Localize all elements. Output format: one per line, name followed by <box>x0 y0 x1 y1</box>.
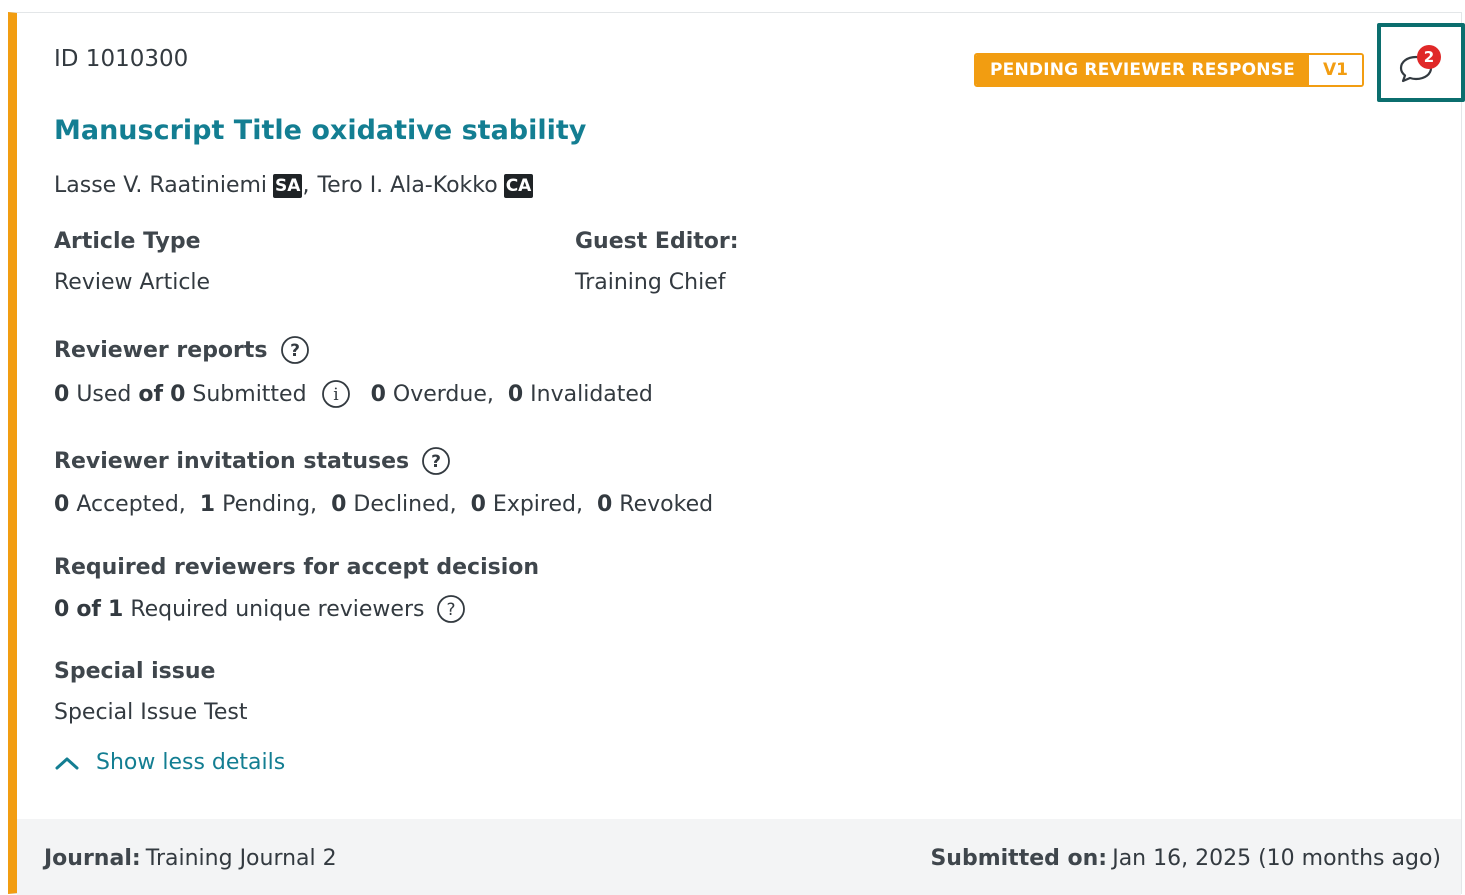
required-reviewers-label: Required reviewers for accept decision <box>54 555 540 580</box>
info-icon[interactable]: i <box>321 379 351 409</box>
reports-submitted-count: 0 <box>170 381 186 407</box>
reviewer-reports-summary: 0 Used of 0 Submitted i 0 Overdue, 0 Inv… <box>54 379 653 409</box>
pending-text: Pending, <box>222 492 318 517</box>
show-less-details-link[interactable]: Show less details <box>54 750 285 775</box>
submitted-label: Submitted on: <box>930 846 1108 871</box>
accepted-count: 0 <box>54 492 70 517</box>
journal-value: Training Journal 2 <box>145 846 337 871</box>
author-name: Lasse V. Raatiniemi <box>54 173 268 198</box>
author-list: Lasse V. Raatiniemi SA, Tero I. Ala-Kokk… <box>54 173 534 198</box>
reviewer-reports-label: Reviewer reports <box>54 337 268 363</box>
accepted-text: Accepted, <box>76 492 186 517</box>
status-label: PENDING REVIEWER RESPONSE <box>976 55 1309 85</box>
author-name: Tero I. Ala-Kokko <box>317 173 498 198</box>
help-icon[interactable]: ? <box>280 335 310 365</box>
chevron-up-icon <box>55 757 79 769</box>
author-role-tag: SA <box>273 173 303 198</box>
journal-label: Journal: <box>44 846 141 871</box>
article-type-label: Article Type <box>54 229 201 254</box>
invitation-statuses-label: Reviewer invitation statuses <box>54 448 410 474</box>
reports-invalidated-text: Invalidated <box>530 381 653 407</box>
reports-of-text: of <box>138 381 164 407</box>
pending-count: 1 <box>199 492 216 517</box>
comment-count-badge: 2 <box>1417 45 1441 69</box>
special-issue-value: Special Issue Test <box>54 700 248 725</box>
required-of-text: of <box>76 596 101 622</box>
required-total: 1 <box>108 596 124 622</box>
reports-used-text: Used <box>76 381 132 407</box>
manuscript-card: ID 1010300 PENDING REVIEWER RESPONSE V1 … <box>8 12 1465 895</box>
svg-text:?: ? <box>290 341 300 361</box>
guest-editor-label: Guest Editor: <box>575 229 739 254</box>
invitation-statuses-heading: Reviewer invitation statuses ? <box>54 446 451 476</box>
reports-overdue-count: 0 <box>370 381 386 407</box>
declined-count: 0 <box>331 492 347 517</box>
svg-text:?: ? <box>447 600 456 620</box>
reviewer-reports-heading: Reviewer reports ? <box>54 335 310 365</box>
svg-text:i: i <box>333 385 339 405</box>
status-badge: PENDING REVIEWER RESPONSE V1 <box>974 53 1364 87</box>
revoked-text: Revoked <box>619 492 714 517</box>
revoked-count: 0 <box>596 492 613 517</box>
guest-editor-value: Training Chief <box>575 270 726 295</box>
svg-text:?: ? <box>431 452 441 472</box>
card-footer: Journal: Training Journal 2 Submitted on… <box>17 819 1461 895</box>
version-label: V1 <box>1308 55 1362 85</box>
manuscript-title[interactable]: Manuscript Title oxidative stability <box>54 115 586 146</box>
manuscript-id: ID 1010300 <box>54 46 189 72</box>
submitted-info: Submitted on: Jan 16, 2025 (10 months ag… <box>930 846 1441 871</box>
comments-button[interactable]: 2 <box>1377 23 1465 102</box>
submitted-value: Jan 16, 2025 (10 months ago) <box>1112 846 1441 871</box>
show-less-label: Show less details <box>96 750 286 775</box>
article-type-value: Review Article <box>54 270 211 295</box>
help-icon[interactable]: ? <box>436 594 466 624</box>
required-current: 0 <box>54 596 70 622</box>
required-reviewers-summary: 0 of 1 Required unique reviewers ? <box>54 594 466 624</box>
invitation-statuses-summary: 0 Accepted, 1 Pending, 0 Declined, 0 Exp… <box>54 492 713 517</box>
reports-used-count: 0 <box>54 381 70 407</box>
reports-overdue-text: Overdue, <box>392 381 494 407</box>
reports-submitted-text: Submitted <box>192 381 307 407</box>
reports-invalidated-count: 0 <box>507 381 524 407</box>
author-role-tag: CA <box>503 173 534 198</box>
required-text: Required unique reviewers <box>130 596 425 622</box>
author-separator: , <box>302 173 310 198</box>
help-icon[interactable]: ? <box>421 446 451 476</box>
expired-text: Expired, <box>492 492 583 517</box>
journal-info: Journal: Training Journal 2 <box>44 846 337 871</box>
expired-count: 0 <box>470 492 486 517</box>
declined-text: Declined, <box>353 492 457 517</box>
special-issue-label: Special issue <box>54 659 216 684</box>
